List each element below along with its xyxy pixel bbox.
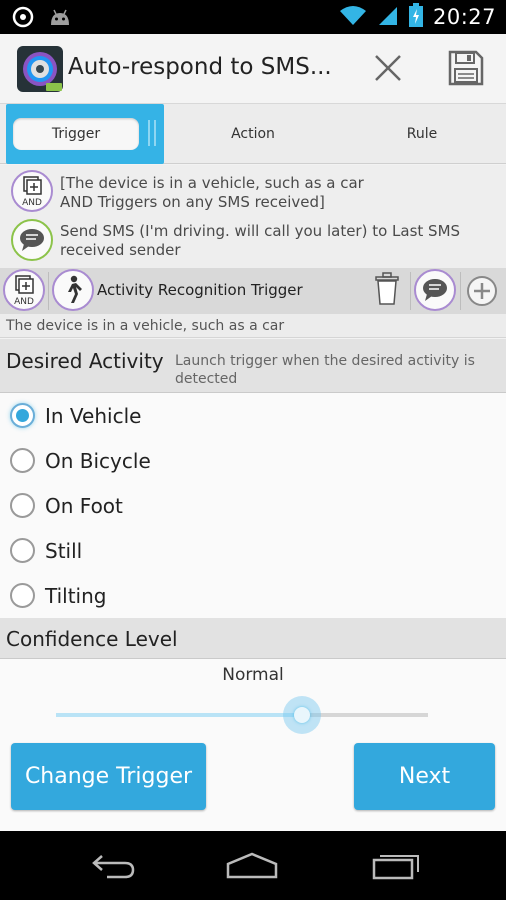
sms-action-icon xyxy=(11,219,53,261)
next-button[interactable]: Next xyxy=(354,743,495,810)
status-clock: 20:27 xyxy=(432,5,496,29)
wifi-icon xyxy=(339,4,367,30)
radio-in-vehicle[interactable]: In Vehicle xyxy=(0,393,506,438)
tab-label: Rule xyxy=(406,126,438,142)
close-icon xyxy=(373,53,403,87)
radio-label: On Foot xyxy=(45,493,123,518)
confidence-value: Normal xyxy=(222,665,284,685)
back-icon xyxy=(87,851,137,883)
tab-rule[interactable]: Rule xyxy=(338,104,506,164)
tab-bar: Trigger Action Rule xyxy=(0,104,506,164)
tab-action[interactable]: Action xyxy=(170,104,336,164)
action-bar: Auto-respond to SMS... xyxy=(0,34,506,104)
radio-label: On Bicycle xyxy=(45,448,151,473)
tab-label: Trigger xyxy=(51,126,101,142)
radio-button[interactable] xyxy=(10,583,35,608)
navigation-bar xyxy=(0,831,506,900)
trigger-name: Activity Recognition Trigger xyxy=(97,281,303,299)
walking-person-icon xyxy=(52,269,94,311)
and-label: AND xyxy=(22,198,42,207)
trash-icon xyxy=(374,272,400,310)
plus-circle-icon xyxy=(465,276,499,312)
divider xyxy=(410,272,411,310)
sync-icon xyxy=(12,6,34,32)
tab-trigger[interactable]: Trigger xyxy=(6,104,164,164)
trigger-row: AND Activity Recognition Trigger xyxy=(0,268,506,314)
save-button[interactable] xyxy=(444,48,488,92)
tab-grip xyxy=(148,120,156,146)
desired-activity-subtitle: Launch trigger when the desired activity… xyxy=(175,353,475,387)
back-button[interactable] xyxy=(82,849,142,885)
radio-button[interactable] xyxy=(10,448,35,473)
and-trigger-icon: AND xyxy=(11,170,53,212)
radio-tilting[interactable]: Tilting xyxy=(0,573,506,618)
action-summary-text: Send SMS (I'm driving. will call you lat… xyxy=(60,222,461,259)
change-trigger-button[interactable]: Change Trigger xyxy=(11,743,206,810)
slider-thumb[interactable] xyxy=(282,696,321,734)
trigger-description: The device is in a vehicle, such as a ca… xyxy=(0,314,506,338)
add-action-button[interactable] xyxy=(465,274,499,308)
delete-trigger-button[interactable] xyxy=(370,272,404,310)
radio-button[interactable] xyxy=(10,493,35,518)
confidence-slider[interactable] xyxy=(56,696,428,734)
trigger-summary-text: [The device is in a vehicle, such as a c… xyxy=(60,174,364,211)
recent-apps-icon xyxy=(370,850,422,884)
radio-label: In Vehicle xyxy=(45,403,142,428)
tab-label: Action xyxy=(231,126,275,142)
home-icon xyxy=(224,851,280,883)
desired-activity-header: Desired Activity Launch trigger when the… xyxy=(0,339,506,393)
confidence-header: Confidence Level xyxy=(0,618,506,659)
confidence-title: Confidence Level xyxy=(6,627,178,651)
status-bar: 20:27 xyxy=(0,0,506,34)
app-logo-icon[interactable] xyxy=(16,45,64,93)
radio-on-foot[interactable]: On Foot xyxy=(0,483,506,528)
desired-activity-title: Desired Activity xyxy=(6,349,164,373)
divider xyxy=(48,272,49,310)
and-label: AND xyxy=(14,297,34,306)
slider-fill xyxy=(56,713,302,717)
radio-button[interactable] xyxy=(10,403,35,428)
page-title: Auto-respond to SMS... xyxy=(68,54,332,80)
signal-icon xyxy=(377,4,399,30)
battery-icon xyxy=(408,3,423,31)
radio-still[interactable]: Still xyxy=(0,528,506,573)
and-condition-button[interactable]: AND xyxy=(3,269,45,311)
home-button[interactable] xyxy=(222,849,282,885)
radio-on-bicycle[interactable]: On Bicycle xyxy=(0,438,506,483)
sms-action-button[interactable] xyxy=(414,269,456,311)
activity-radio-group: In Vehicle On Bicycle On Foot Still Tilt… xyxy=(0,393,506,618)
radio-label: Still xyxy=(45,538,83,563)
rule-summary: AND [The device is in a vehicle, such as… xyxy=(0,165,506,268)
divider xyxy=(460,272,461,310)
radio-label: Tilting xyxy=(45,583,107,608)
radio-button[interactable] xyxy=(10,538,35,563)
android-icon xyxy=(48,7,72,31)
recent-apps-button[interactable] xyxy=(366,849,426,885)
discard-button[interactable] xyxy=(366,48,410,92)
floppy-disk-icon xyxy=(448,50,484,90)
